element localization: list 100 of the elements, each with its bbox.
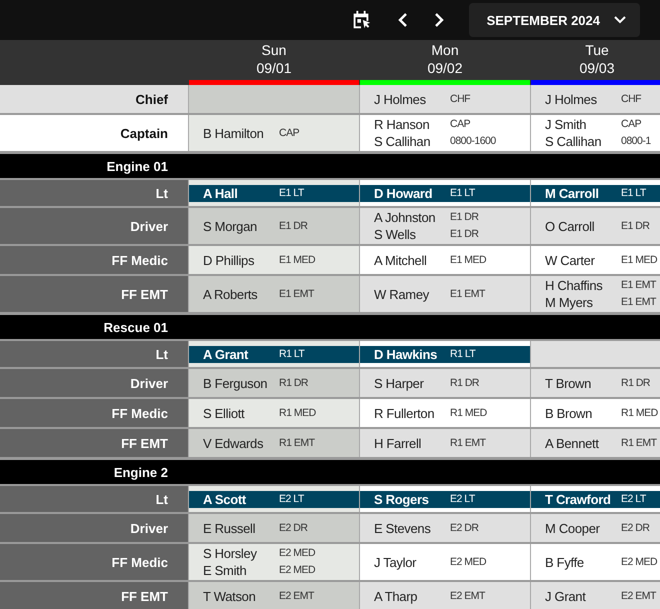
shift-cell[interactable]: B Fyffe E2 MED xyxy=(531,544,660,580)
assignment-code: R1 DR xyxy=(621,376,652,390)
shift-cell[interactable]: O Carroll E1 DR xyxy=(531,208,660,244)
assignment-code: E2 EMT xyxy=(621,588,658,604)
member-name: T Watson xyxy=(203,588,257,604)
shift-cell[interactable]: A Bennett R1 EMT xyxy=(531,429,660,457)
member-name: E Russell xyxy=(203,520,256,536)
shift-cell[interactable]: T Crawford E2 LT xyxy=(531,486,660,512)
shift-cell[interactable]: S Rogers E2 LT xyxy=(360,486,530,512)
unit-heading: Engine 2 xyxy=(112,464,169,480)
officer-assignment: T Crawford E2 LT xyxy=(531,490,660,508)
shift-cell[interactable]: R Hanson CAP S Callihan 0800-1600 xyxy=(360,115,530,151)
officer-assignment: A Scott E2 LT xyxy=(189,490,359,508)
assignment-code: E1 EMT xyxy=(621,295,658,310)
member-name: E Stevens xyxy=(374,520,432,536)
shift-cell[interactable]: J Grant E2 EMT xyxy=(531,582,660,609)
member-name: A Tharp xyxy=(374,588,418,604)
shift-cell[interactable]: E Russell E2 DR xyxy=(189,514,359,542)
shift-cell[interactable]: W Carter E1 MED xyxy=(531,246,660,274)
officer-assignment: D Howard E1 LT xyxy=(360,184,530,202)
officer-assignment: A Grant R1 LT xyxy=(189,346,359,362)
shift-cell[interactable]: W Ramey E1 EMT xyxy=(360,276,530,312)
member-name: B Brown xyxy=(545,404,594,422)
shift-cell[interactable]: A Roberts E1 EMT xyxy=(189,276,359,312)
assignment-code: E2 DR xyxy=(450,520,480,536)
shift-cell[interactable]: J Holmes CHF xyxy=(360,85,530,113)
shift-cell[interactable]: B Hamilton CAP xyxy=(189,115,359,151)
shift-cell[interactable]: M Carroll E1 LT xyxy=(531,180,660,206)
member-name: S Wells xyxy=(374,226,417,243)
shift-cell[interactable]: T Watson E2 EMT xyxy=(189,582,359,609)
position-label: FF EMT xyxy=(121,436,168,450)
member-name: B Hamilton xyxy=(203,124,265,142)
shift-cell[interactable]: D Hawkins R1 LT xyxy=(360,341,530,367)
member-name: A Roberts xyxy=(203,286,258,302)
position-label: FF EMT xyxy=(121,588,168,604)
shift-cell[interactable]: H Farrell R1 EMT xyxy=(360,429,530,457)
shift-cell[interactable]: D Howard E1 LT xyxy=(360,180,530,206)
shift-cell[interactable]: S Morgan E1 DR xyxy=(189,208,359,244)
shift-cell[interactable]: J Holmes CHF xyxy=(531,85,660,113)
member-name: R Fullerton xyxy=(374,404,436,422)
assignment-code: CAP xyxy=(450,117,472,132)
member-name: J Holmes xyxy=(374,90,427,108)
member-name: T Brown xyxy=(545,374,592,392)
member-name: H Chaffins xyxy=(545,277,604,294)
shift-cell[interactable]: J Smith CAP S Callihan 0800-1 xyxy=(531,115,660,151)
shift-cell[interactable]: E Stevens E2 DR xyxy=(360,514,530,542)
shift-cell[interactable]: A Tharp E2 EMT xyxy=(360,582,530,609)
shift-cell[interactable]: J Taylor E2 MED xyxy=(360,544,530,580)
shift-cell[interactable]: A Mitchell E1 MED xyxy=(360,246,530,274)
position-label: FF Medic xyxy=(112,554,168,570)
position-label: Captain xyxy=(120,126,168,140)
member-name: R Hanson xyxy=(374,116,430,133)
member-name: S Callihan xyxy=(374,133,432,150)
member-name: M Cooper xyxy=(545,520,601,536)
shift-cell[interactable]: S Harper R1 DR xyxy=(360,369,530,397)
member-name: S Elliott xyxy=(203,404,246,422)
shift-cell[interactable]: B Ferguson R1 DR xyxy=(189,369,359,397)
day-date: 09/03 xyxy=(578,59,616,76)
assignment-code: R1 EMT xyxy=(450,436,487,450)
member-name: J Holmes xyxy=(545,90,598,108)
shift-cell[interactable]: B Brown R1 MED xyxy=(531,399,660,427)
shift-cell[interactable]: T Brown R1 DR xyxy=(531,369,660,397)
shift-cell[interactable]: A Hall E1 LT xyxy=(189,180,359,206)
position-label: Lt xyxy=(156,186,168,200)
assignment-code: R1 EMT xyxy=(279,436,316,450)
shift-cell[interactable]: V Edwards R1 EMT xyxy=(189,429,359,457)
shift-cell[interactable]: A Johnston E1 DR S Wells E1 DR xyxy=(360,208,530,244)
member-name: E Smith xyxy=(203,562,248,579)
assignment-code: E2 MED xyxy=(621,554,658,570)
member-name: A Johnston xyxy=(374,209,436,226)
assignment-code: 0800-1600 xyxy=(450,134,497,149)
shift-cell[interactable]: D Phillips E1 MED xyxy=(189,246,359,274)
position-label: Driver xyxy=(130,520,168,536)
assignment-code: R1 EMT xyxy=(621,436,658,450)
position-label: FF Medic xyxy=(112,252,168,268)
member-name: D Phillips xyxy=(203,252,256,268)
assignment-code: E2 MED xyxy=(279,546,316,561)
shift-cell[interactable]: S Elliott R1 MED xyxy=(189,399,359,427)
assignment-code: E1 MED xyxy=(621,252,658,268)
member-name: H Farrell xyxy=(374,434,422,452)
day-name: Tue xyxy=(584,41,610,58)
chevron-down-icon xyxy=(614,16,626,24)
shift-cell[interactable]: M Cooper E2 DR xyxy=(531,514,660,542)
officer-assignment: S Rogers E2 LT xyxy=(360,490,530,508)
member-name: A Bennett xyxy=(545,434,600,452)
shift-cell[interactable]: S Horsley E2 MED E Smith E2 MED xyxy=(189,544,359,580)
day-date: 09/01 xyxy=(255,59,293,76)
assignment-code: E1 DR xyxy=(450,210,480,225)
position-label: Driver xyxy=(130,218,168,234)
member-name: V Edwards xyxy=(203,434,264,452)
month-dropdown[interactable]: SEPTEMBER 2024 xyxy=(468,3,640,37)
shift-cell[interactable]: A Grant R1 LT xyxy=(189,341,359,367)
unit-heading: Engine 01 xyxy=(106,158,169,174)
shift-cell[interactable]: R Fullerton R1 MED xyxy=(360,399,530,427)
position-label: FF Medic xyxy=(112,406,168,420)
shift-cell[interactable]: H Chaffins E1 EMT M Myers E1 EMT xyxy=(531,276,660,312)
shift-cell[interactable]: A Scott E2 LT xyxy=(189,486,359,512)
member-name: S Harper xyxy=(374,374,425,392)
assignment-code: E2 EMT xyxy=(279,588,316,604)
assignment-code: E1 EMT xyxy=(450,286,486,302)
